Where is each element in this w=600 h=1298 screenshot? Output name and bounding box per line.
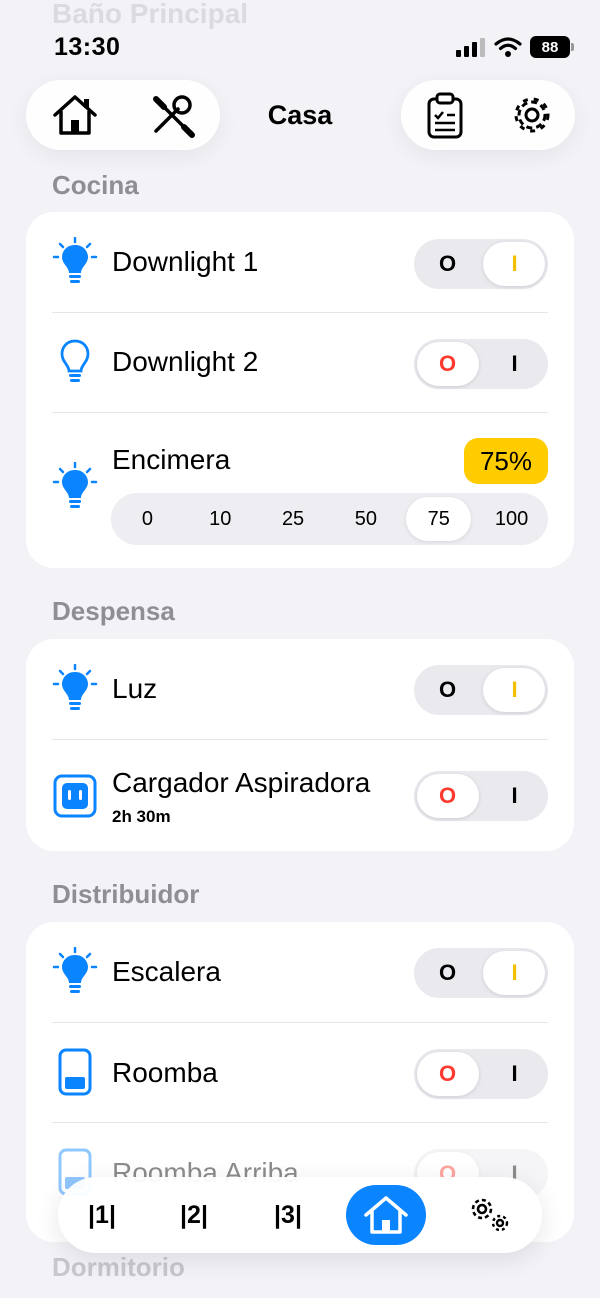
- device-row-downlight-2: Downlight 2 O I: [26, 312, 574, 412]
- bottom-tab-bar: |1| |2| |3|: [58, 1177, 542, 1253]
- brightness-option-25[interactable]: 25: [261, 497, 326, 541]
- status-time: 13:30: [54, 33, 121, 61]
- power-toggle[interactable]: O I: [414, 339, 548, 389]
- device-label: Downlight 2: [112, 346, 259, 377]
- brightness-option-100[interactable]: 100: [479, 497, 544, 541]
- device-label: Encimera: [112, 444, 231, 475]
- toggle-off-option[interactable]: O: [414, 1049, 481, 1099]
- device-timer: 2h 30m: [112, 807, 171, 826]
- toggle-off-option[interactable]: O: [414, 771, 481, 821]
- toggle-off-option[interactable]: O: [414, 948, 481, 998]
- toggle-on-option[interactable]: I: [481, 239, 548, 289]
- toggle-off-option[interactable]: O: [414, 239, 481, 289]
- tab-floor-2[interactable]: |2|: [154, 1185, 234, 1245]
- cellular-signal-icon: [456, 38, 485, 57]
- battery-device-icon: [52, 1047, 98, 1097]
- brightness-badge: 75%: [464, 438, 548, 484]
- brightness-selector[interactable]: 0 10 25 50 75 100: [111, 493, 548, 545]
- outlet-icon: [52, 771, 98, 821]
- toggle-on-option[interactable]: I: [481, 771, 548, 821]
- power-toggle[interactable]: O I: [414, 948, 548, 998]
- section-card-despensa: Luz O I Cargador Aspiradora 2h 30m O I: [26, 639, 574, 851]
- log-button[interactable]: [417, 87, 473, 143]
- section-card-cocina: Downlight 1 O I Downlight 2 O I Encimera…: [26, 212, 574, 568]
- gears-icon: [471, 1198, 509, 1232]
- toggle-on-option[interactable]: I: [481, 948, 548, 998]
- device-label: Luz: [112, 673, 158, 704]
- toggle-off-option[interactable]: O: [414, 339, 481, 389]
- power-toggle[interactable]: O I: [414, 239, 548, 289]
- battery-indicator: 88: [530, 36, 574, 58]
- power-toggle[interactable]: O I: [414, 1049, 548, 1099]
- brightness-option-0[interactable]: 0: [115, 497, 180, 541]
- status-icons: 88: [456, 36, 574, 58]
- section-title-despensa: Despensa: [52, 596, 175, 626]
- gear-icon: [514, 97, 549, 133]
- power-toggle[interactable]: O I: [414, 665, 548, 715]
- settings-button[interactable]: [504, 87, 560, 143]
- device-label: Roomba: [112, 1057, 218, 1088]
- device-label: Escalera: [112, 956, 221, 987]
- nav-right-group: [401, 80, 575, 150]
- tab-home[interactable]: [346, 1185, 426, 1245]
- tab-floor-3[interactable]: |3|: [248, 1185, 328, 1245]
- device-row-roomba: Roomba O I: [26, 1022, 574, 1122]
- toggle-on-option[interactable]: I: [481, 339, 548, 389]
- brightness-option-50[interactable]: 50: [333, 497, 398, 541]
- section-title-distribuidor: Distribuidor: [52, 879, 200, 909]
- toggle-on-option[interactable]: I: [481, 1049, 548, 1099]
- clipboard-check-icon: [427, 92, 462, 139]
- next-section-title: Dormitorio: [52, 1252, 185, 1282]
- bulb-lit-icon: [52, 462, 98, 512]
- wifi-icon: [494, 37, 522, 57]
- device-row-cargador-aspiradora: Cargador Aspiradora 2h 30m O I: [26, 739, 574, 851]
- status-bar: 13:30 88: [0, 0, 600, 70]
- bulb-lit-icon: [52, 237, 98, 287]
- toggle-off-option[interactable]: O: [414, 665, 481, 715]
- bulb-lit-icon: [52, 664, 98, 714]
- device-row-encimera: Encimera 75% 0 10 25 50 75 100: [26, 412, 574, 568]
- device-row-downlight-1: Downlight 1 O I: [26, 212, 574, 312]
- section-title-cocina: Cocina: [52, 170, 139, 200]
- house-icon: [364, 1196, 408, 1234]
- brightness-option-75[interactable]: 75: [406, 497, 472, 541]
- tab-settings[interactable]: [450, 1185, 530, 1245]
- device-row-escalera: Escalera O I: [26, 922, 574, 1022]
- bulb-lit-icon: [52, 947, 98, 997]
- power-toggle[interactable]: O I: [414, 771, 548, 821]
- brightness-option-10[interactable]: 10: [188, 497, 253, 541]
- tab-floor-1[interactable]: |1|: [62, 1185, 142, 1245]
- device-row-luz: Luz O I: [26, 639, 574, 739]
- toggle-on-option[interactable]: I: [481, 665, 548, 715]
- device-label: Cargador Aspiradora: [112, 767, 371, 798]
- bulb-outline-icon: [52, 337, 98, 387]
- battery-level: 88: [541, 38, 559, 56]
- device-label: Downlight 1: [112, 246, 259, 277]
